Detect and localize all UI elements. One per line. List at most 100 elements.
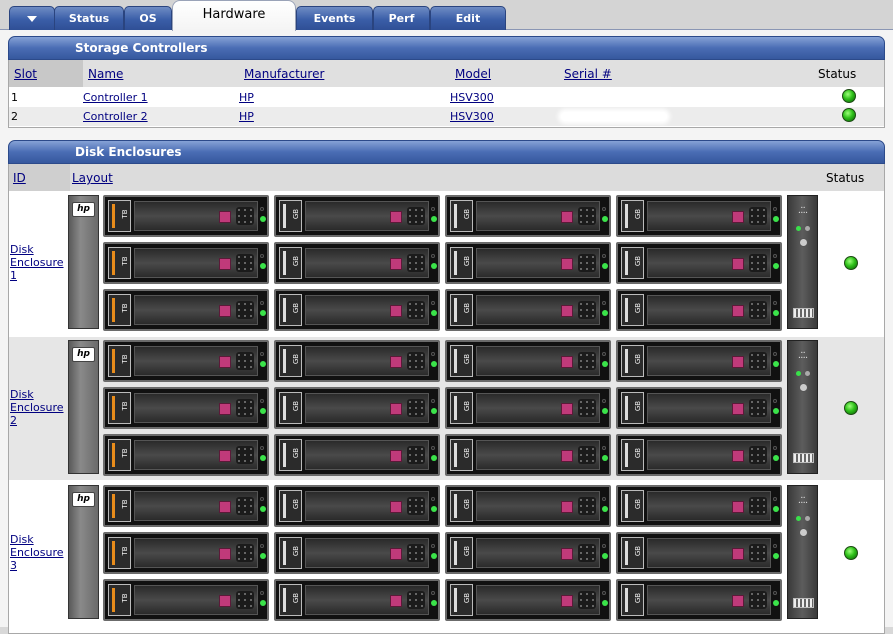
drive-status-led-icon (260, 506, 266, 512)
capacity-label: GB (634, 400, 642, 412)
controller-name-link[interactable]: Controller 1 (83, 91, 148, 104)
drive-label: GB (450, 537, 473, 569)
disk-drive[interactable]: TB (103, 434, 269, 476)
disk-drive[interactable]: GB (445, 289, 611, 331)
column-header-name[interactable]: Name (88, 67, 123, 81)
disk-drive[interactable]: GB (616, 289, 782, 331)
disk-drive[interactable]: GB (274, 434, 440, 476)
manufacturer-link[interactable]: HP (239, 110, 254, 123)
disk-drive[interactable]: GB (274, 387, 440, 429)
capacity-label: GB (634, 498, 642, 510)
disk-drive[interactable]: TB (103, 387, 269, 429)
disk-drive[interactable]: GB (616, 532, 782, 574)
column-header-slot[interactable]: Slot (14, 67, 37, 81)
disk-drive[interactable]: GB (274, 485, 440, 527)
disk-drive[interactable]: GB (445, 579, 611, 621)
enclosure-id-link[interactable]: Disk Enclosure 3 (10, 533, 68, 572)
tab-perf[interactable]: Perf (373, 6, 430, 30)
drive-carrier (476, 295, 600, 325)
io-connector-icon (793, 308, 814, 318)
disk-drive[interactable]: TB (103, 289, 269, 331)
drive-carrier (647, 585, 771, 615)
drive-carrier (134, 440, 258, 470)
drive-vent-icon (749, 399, 767, 417)
capacity-label: GB (634, 592, 642, 604)
tab-status[interactable]: Status (54, 6, 124, 30)
disk-drive[interactable]: GB (274, 195, 440, 237)
enclosure-chassis: hp (68, 195, 99, 329)
capacity-label: GB (463, 400, 471, 412)
capacity-label: TB (121, 303, 129, 313)
drive-activity-led-icon (773, 399, 777, 403)
disk-drive[interactable]: GB (616, 485, 782, 527)
model-link[interactable]: HSV300 (450, 110, 494, 123)
disk-drive[interactable]: GB (445, 532, 611, 574)
disk-drive[interactable]: GB (616, 195, 782, 237)
disk-drive[interactable]: GB (274, 340, 440, 382)
drive-label: GB (621, 537, 644, 569)
drive-status-led-icon (431, 455, 437, 461)
column-header-id[interactable]: ID (13, 171, 26, 185)
enclosure-id-link[interactable]: Disk Enclosure 1 (10, 243, 68, 282)
drive-latch-icon (390, 450, 402, 462)
tab-menu-dropdown[interactable] (9, 6, 55, 30)
disk-drive[interactable]: GB (445, 195, 611, 237)
model-link[interactable]: HSV300 (450, 91, 494, 104)
drive-status-led-icon (773, 310, 779, 316)
tab-hardware[interactable]: Hardware (172, 0, 296, 31)
drive-carrier (476, 585, 600, 615)
disk-drive[interactable]: TB (103, 579, 269, 621)
disk-drive[interactable]: TB (103, 195, 269, 237)
capacity-label: GB (292, 498, 300, 510)
capacity-label: GB (463, 498, 471, 510)
disk-drive[interactable]: GB (274, 532, 440, 574)
capacity-label: GB (634, 447, 642, 459)
disk-drive[interactable]: GB (445, 434, 611, 476)
disk-drive[interactable]: GB (616, 579, 782, 621)
enclosure-id-link[interactable]: Disk Enclosure 2 (10, 388, 68, 427)
disk-drive[interactable]: TB (103, 532, 269, 574)
drive-latch-icon (390, 548, 402, 560)
column-header-serial[interactable]: Serial # (564, 67, 612, 81)
table-header: Slot Name Manufacturer Model Serial # St… (9, 60, 884, 87)
drive-latch-icon (732, 211, 744, 223)
disk-drive[interactable]: GB (445, 340, 611, 382)
drive-latch-icon (219, 258, 231, 270)
drive-latch-icon (732, 403, 744, 415)
column-header-model[interactable]: Model (455, 67, 491, 81)
capacity-label: GB (292, 592, 300, 604)
disk-drive[interactable]: GB (445, 387, 611, 429)
disk-drive[interactable]: GB (616, 340, 782, 382)
drive-latch-icon (561, 211, 573, 223)
drive-label: GB (279, 294, 302, 326)
column-header-manufacturer[interactable]: Manufacturer (244, 67, 324, 81)
tab-edit[interactable]: Edit (430, 6, 506, 30)
disk-drive[interactable]: GB (274, 242, 440, 284)
drive-latch-icon (561, 258, 573, 270)
drive-label: GB (621, 247, 644, 279)
manufacturer-link[interactable]: HP (239, 91, 254, 104)
drive-carrier (476, 248, 600, 278)
drive-activity-led-icon (773, 497, 777, 501)
disk-drive[interactable]: GB (616, 387, 782, 429)
controller-name-link[interactable]: Controller 2 (83, 110, 148, 123)
disk-drive[interactable]: GB (445, 242, 611, 284)
disk-drive[interactable]: GB (616, 242, 782, 284)
disk-drive[interactable]: TB (103, 485, 269, 527)
drive-status-led-icon (773, 600, 779, 606)
disk-drive[interactable]: TB (103, 340, 269, 382)
drive-status-led-icon (773, 263, 779, 269)
drive-carrier (647, 346, 771, 376)
drive-label: GB (279, 490, 302, 522)
disk-drive[interactable]: GB (616, 434, 782, 476)
disk-drive[interactable]: TB (103, 242, 269, 284)
drive-vent-icon (578, 497, 596, 515)
drive-label: GB (450, 584, 473, 616)
disk-drive[interactable]: GB (274, 289, 440, 331)
tab-os[interactable]: OS (124, 6, 172, 30)
column-header-layout[interactable]: Layout (72, 171, 113, 185)
disk-drive[interactable]: GB (445, 485, 611, 527)
tab-events[interactable]: Events (296, 6, 373, 30)
drive-label: TB (108, 490, 131, 522)
disk-drive[interactable]: GB (274, 579, 440, 621)
